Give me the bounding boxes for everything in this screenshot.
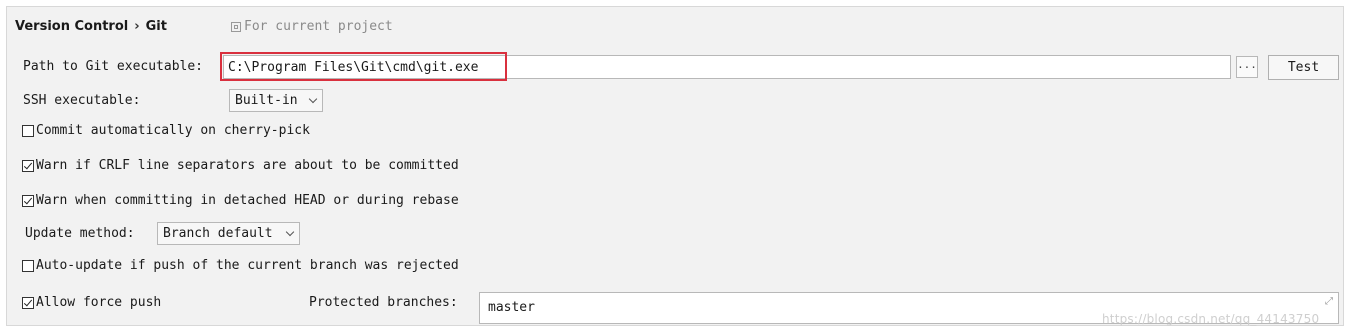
ssh-executable-label: SSH executable: (23, 93, 141, 108)
chevron-down-icon (308, 96, 318, 106)
auto-update-label: Auto-update if push of the current branc… (36, 258, 459, 273)
git-path-input[interactable] (223, 55, 1231, 79)
browse-button[interactable]: ... (1236, 56, 1258, 78)
chevron-down-icon (285, 229, 295, 239)
warn-crlf-label: Warn if CRLF line separators are about t… (36, 158, 459, 173)
breadcrumb-separator: › (134, 19, 140, 34)
protected-branches-label: Protected branches: (309, 295, 458, 310)
commit-cherry-pick-label: Commit automatically on cherry-pick (36, 123, 310, 138)
ssh-executable-value: Built-in (235, 93, 298, 108)
commit-cherry-pick-checkbox[interactable] (22, 125, 34, 137)
breadcrumb: Version Control › Git (15, 19, 167, 35)
allow-force-push-option[interactable]: Allow force push (22, 295, 161, 311)
warn-detached-head-option[interactable]: Warn when committing in detached HEAD or… (22, 193, 459, 209)
warn-detached-head-label: Warn when committing in detached HEAD or… (36, 193, 459, 208)
expand-icon[interactable]: ⤢ (1325, 297, 1335, 307)
watermark: https://blog.csdn.net/qq_44143750 (1102, 312, 1320, 326)
update-method-value: Branch default (163, 226, 273, 241)
copy-icon (231, 22, 241, 32)
breadcrumb-parent[interactable]: Version Control (15, 19, 128, 34)
warn-detached-head-checkbox[interactable] (22, 195, 34, 207)
project-scope-hint: For current project (231, 19, 393, 35)
git-path-label: Path to Git executable: (23, 59, 204, 74)
warn-crlf-checkbox[interactable] (22, 160, 34, 172)
commit-cherry-pick-option[interactable]: Commit automatically on cherry-pick (22, 123, 310, 139)
git-settings-panel: Version Control › Git For current project … (6, 6, 1344, 326)
update-method-label: Update method: (25, 226, 135, 241)
warn-crlf-option[interactable]: Warn if CRLF line separators are about t… (22, 158, 459, 174)
breadcrumb-current: Git (145, 19, 167, 34)
allow-force-push-label: Allow force push (36, 295, 162, 310)
ssh-executable-select[interactable]: Built-in (229, 89, 323, 112)
test-button[interactable]: Test (1268, 55, 1339, 80)
allow-force-push-checkbox[interactable] (22, 297, 34, 309)
auto-update-option[interactable]: Auto-update if push of the current branc… (22, 258, 459, 274)
project-scope-text: For current project (244, 19, 393, 34)
update-method-select[interactable]: Branch default (157, 222, 300, 245)
auto-update-checkbox[interactable] (22, 260, 34, 272)
